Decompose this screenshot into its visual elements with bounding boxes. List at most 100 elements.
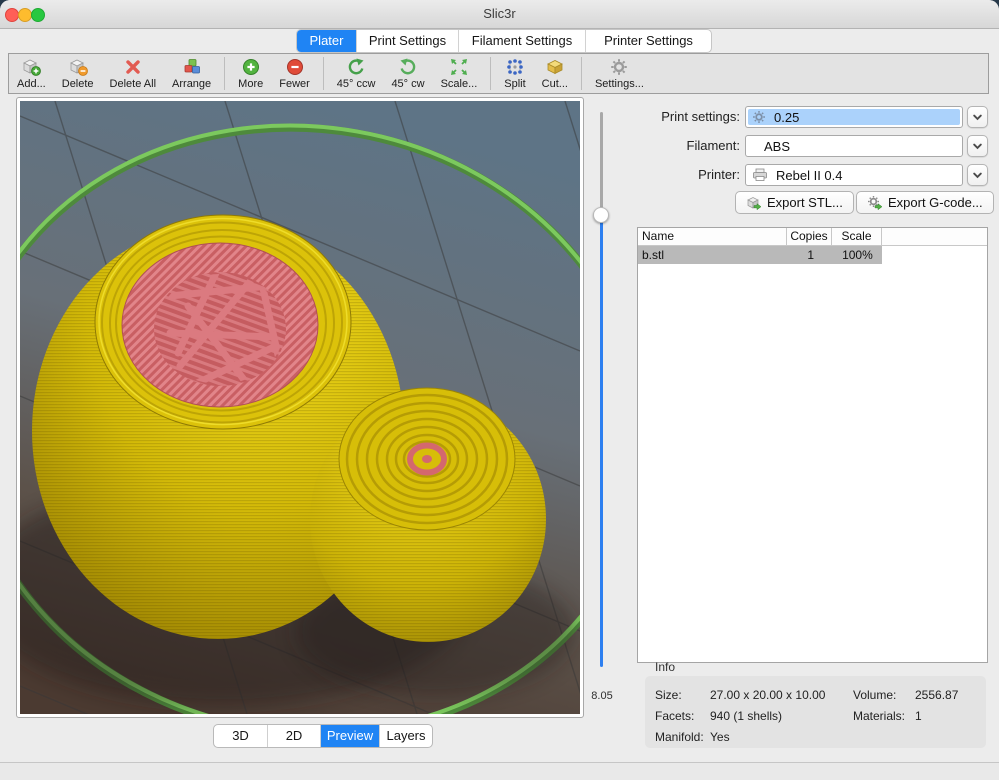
printer-value: Rebel II 0.4 [776, 168, 843, 183]
small-dome-infill-dot [422, 455, 432, 463]
window-title: Slic3r [0, 0, 999, 28]
print-settings-combobox[interactable]: 0.25 [745, 106, 963, 128]
gear-icon [752, 110, 766, 124]
object-copies-cell: 1 [789, 246, 833, 264]
rotate-ccw-button-label: 45° ccw [337, 78, 376, 90]
toolbar-separator [490, 57, 491, 90]
materials-value: 1 [915, 709, 922, 723]
toolbar-separator [224, 57, 225, 90]
delete-button[interactable]: Delete [54, 54, 102, 90]
object-list-table: Name Copies Scale b.stl 1 100% [637, 227, 988, 663]
app-window: Slic3r Plater Print Settings Filament Se… [0, 0, 999, 780]
object-settings-button-label: Settings... [595, 78, 644, 90]
object-scale-cell: 100% [833, 246, 882, 264]
volume-label: Volume: [853, 688, 896, 702]
rotate-cw-button-label: 45° cw [391, 78, 424, 90]
print-settings-label: Print settings: [600, 106, 740, 128]
column-header-scale[interactable]: Scale [832, 228, 882, 245]
object-settings-button[interactable]: Settings... [587, 54, 652, 90]
tab-printer-settings[interactable]: Printer Settings [585, 30, 711, 52]
arrange-button[interactable]: Arrange [164, 54, 219, 90]
filament-label: Filament: [600, 135, 740, 157]
split-button[interactable]: Split [496, 54, 533, 90]
printer-label: Printer: [600, 164, 740, 186]
add-object-icon [21, 57, 41, 77]
chevron-down-icon [968, 136, 987, 156]
facets-value: 940 (1 shells) [710, 709, 782, 723]
chevron-down-icon [968, 165, 987, 185]
print-settings-value: 0.25 [774, 110, 799, 125]
filament-value: ABS [764, 139, 790, 154]
delete-button-label: Delete [62, 78, 94, 90]
printer-icon [752, 168, 768, 182]
plater-toolbar: Add... Delete Delete All A [8, 53, 989, 94]
table-header-row: Name Copies Scale [638, 228, 987, 246]
rotate-cw-button[interactable]: 45° cw [383, 54, 432, 90]
view-mode-layers[interactable]: Layers [379, 725, 432, 747]
tab-print-settings[interactable]: Print Settings [356, 30, 458, 52]
cut-button-label: Cut... [542, 78, 568, 90]
printer-dropdown-button[interactable] [967, 164, 988, 186]
manifold-label: Manifold: [655, 730, 704, 744]
settings-icon [609, 57, 629, 77]
filament-dropdown-button[interactable] [967, 135, 988, 157]
print-settings-dropdown-button[interactable] [967, 106, 988, 128]
object-name-cell: b.stl [638, 246, 789, 264]
view-mode-switcher: 3D 2D Preview Layers [213, 724, 433, 748]
rotate-ccw-icon [346, 57, 366, 77]
split-icon [505, 57, 525, 77]
sliced-preview-canvas[interactable] [20, 101, 580, 714]
status-bar [0, 762, 999, 780]
fewer-copies-button[interactable]: Fewer [271, 54, 318, 90]
scale-button[interactable]: Scale... [433, 54, 486, 90]
info-panel: Size: 27.00 x 20.00 x 10.00 Volume: 2556… [645, 676, 986, 748]
fewer-copies-icon [285, 57, 305, 77]
delete-all-button-label: Delete All [110, 78, 156, 90]
size-label: Size: [655, 688, 682, 702]
layer-height-value: 8.05 [582, 690, 622, 702]
scale-button-label: Scale... [441, 78, 478, 90]
toolbar-separator [323, 57, 324, 90]
rotate-ccw-button[interactable]: 45° ccw [329, 54, 384, 90]
materials-label: Materials: [853, 709, 905, 723]
layer-slider-track-filled[interactable] [600, 215, 603, 667]
size-value: 27.00 x 20.00 x 10.00 [710, 688, 825, 702]
add-button[interactable]: Add... [9, 54, 54, 90]
split-button-label: Split [504, 78, 525, 90]
export-stl-button[interactable]: Export STL... [735, 191, 854, 214]
arrange-button-label: Arrange [172, 78, 211, 90]
export-stl-icon [746, 195, 762, 211]
volume-value: 2556.87 [915, 688, 958, 702]
delete-all-button[interactable]: Delete All [102, 54, 164, 90]
filament-combobox[interactable]: ABS [745, 135, 963, 157]
title-bar: Slic3r [0, 0, 999, 29]
delete-all-icon [123, 57, 143, 77]
rotate-cw-icon [398, 57, 418, 77]
tab-filament-settings[interactable]: Filament Settings [458, 30, 585, 52]
export-stl-label: Export STL... [767, 195, 843, 210]
arrange-icon [182, 57, 202, 77]
preview-viewport-panel [16, 97, 584, 718]
cut-button[interactable]: Cut... [534, 54, 576, 90]
main-tab-bar: Plater Print Settings Filament Settings … [296, 29, 712, 53]
add-button-label: Add... [17, 78, 46, 90]
table-row[interactable]: b.stl 1 100% [638, 246, 882, 264]
view-mode-3d[interactable]: 3D [214, 725, 267, 747]
scale-icon [449, 57, 469, 77]
more-copies-button-label: More [238, 78, 263, 90]
export-gcode-button[interactable]: Export G-code... [856, 191, 994, 214]
tab-plater[interactable]: Plater [297, 30, 356, 52]
column-header-copies[interactable]: Copies [787, 228, 832, 245]
column-header-name[interactable]: Name [638, 228, 787, 245]
view-mode-2d[interactable]: 2D [267, 725, 320, 747]
printer-combobox[interactable]: Rebel II 0.4 [745, 164, 963, 186]
toolbar-separator [581, 57, 582, 90]
more-copies-button[interactable]: More [230, 54, 271, 90]
chevron-down-icon [968, 107, 987, 127]
layer-slider-thumb[interactable] [593, 207, 609, 223]
view-mode-preview[interactable]: Preview [320, 725, 379, 747]
export-gcode-icon [867, 195, 883, 211]
cut-icon [545, 57, 565, 77]
print-settings-selection: 0.25 [748, 109, 960, 125]
fewer-copies-button-label: Fewer [279, 78, 310, 90]
